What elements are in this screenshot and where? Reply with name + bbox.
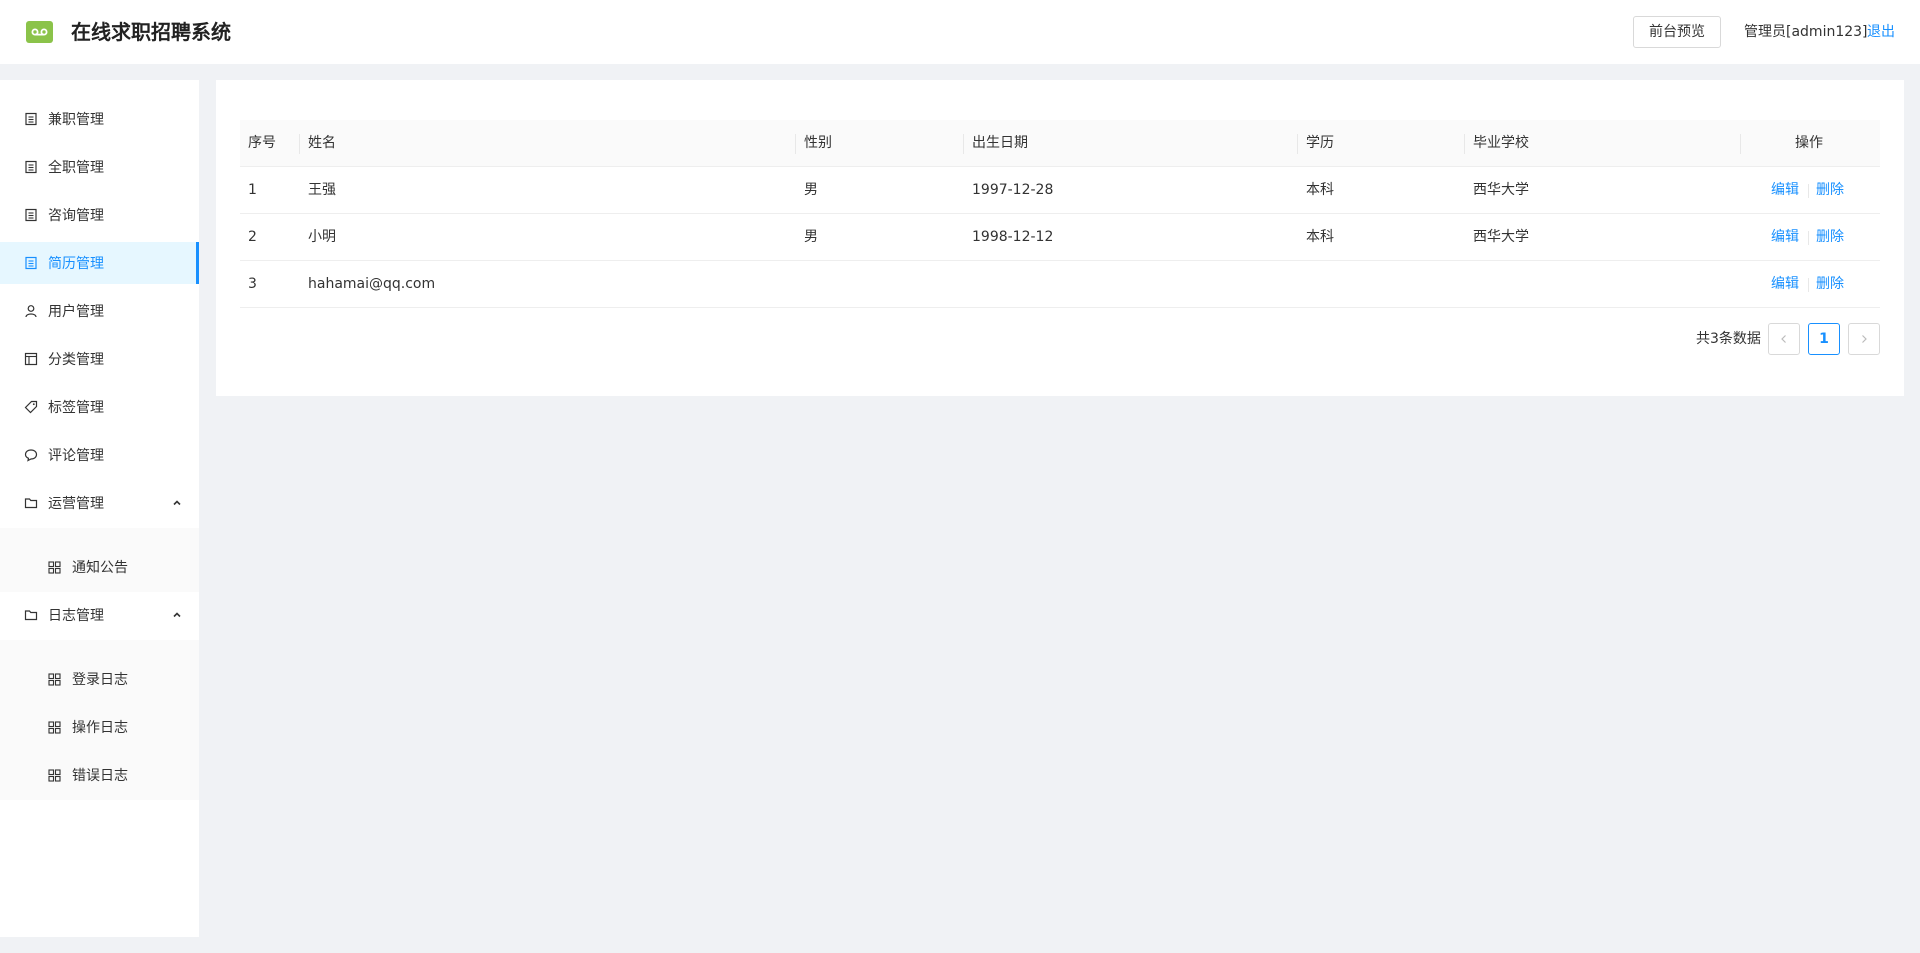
sidebar-item-fulltime[interactable]: 全职管理 bbox=[0, 146, 199, 188]
column-header-actions: 操作 bbox=[1795, 135, 1823, 151]
cell-education: 本科 bbox=[1306, 182, 1334, 198]
sidebar-item-parttime[interactable]: 兼职管理 bbox=[0, 98, 199, 140]
sidebar-item-category[interactable]: 分类管理 bbox=[0, 338, 199, 380]
sidebar-item-resume[interactable]: 简历管理 bbox=[0, 242, 199, 284]
sidebar-subitem-login-log[interactable]: 登录日志 bbox=[0, 658, 199, 700]
list-icon bbox=[25, 160, 37, 174]
grid-icon bbox=[48, 720, 61, 734]
chevron-right-icon bbox=[1862, 335, 1867, 343]
pagination-total: 共3条数据 bbox=[1696, 331, 1761, 347]
list-icon bbox=[25, 256, 37, 270]
column-header-name: 姓名 bbox=[308, 135, 336, 151]
sidebar-item-label: 标签管理 bbox=[48, 400, 104, 416]
table-row: 2 小明 男 1998-12-12 本科 西华大学 编辑 删除 bbox=[240, 214, 1880, 261]
cell-education: 本科 bbox=[1306, 229, 1334, 245]
tag-icon bbox=[24, 400, 38, 414]
frontend-preview-button[interactable]: 前台预览 bbox=[1633, 16, 1721, 48]
cell-index: 2 bbox=[248, 229, 257, 245]
sidebar-item-label: 兼职管理 bbox=[48, 112, 104, 128]
delete-button[interactable]: 删除 bbox=[1816, 261, 1844, 308]
edit-button[interactable]: 编辑 bbox=[1771, 214, 1799, 261]
cell-school: 西华大学 bbox=[1473, 182, 1529, 198]
cell-gender: 男 bbox=[804, 182, 818, 198]
sidebar-subitem-notice[interactable]: 通知公告 bbox=[0, 546, 199, 588]
sidebar-item-tags[interactable]: 标签管理 bbox=[0, 386, 199, 428]
column-divider bbox=[1464, 134, 1465, 154]
action-divider bbox=[1808, 184, 1809, 198]
cell-name: 小明 bbox=[308, 229, 336, 245]
pagination-next-button[interactable] bbox=[1848, 323, 1880, 355]
top-header: 在线求职招聘系统 前台预览 管理员[admin123] 退出 bbox=[0, 0, 1920, 64]
column-header-school: 毕业学校 bbox=[1473, 135, 1529, 151]
table-row: 1 王强 男 1997-12-28 本科 西华大学 编辑 删除 bbox=[240, 167, 1880, 214]
cell-name: hahamai@qq.com bbox=[308, 276, 436, 292]
column-divider bbox=[299, 134, 300, 154]
delete-button[interactable]: 删除 bbox=[1816, 214, 1844, 261]
sidebar-item-label: 全职管理 bbox=[48, 160, 104, 176]
sidebar-item-label: 简历管理 bbox=[48, 256, 104, 272]
sidebar-item-label: 咨询管理 bbox=[48, 208, 104, 224]
sidebar-item-label: 评论管理 bbox=[48, 448, 104, 464]
edit-button[interactable]: 编辑 bbox=[1771, 167, 1799, 214]
logout-link[interactable]: 退出 bbox=[1867, 22, 1895, 42]
logo-icon bbox=[26, 21, 53, 43]
pagination-prev-button[interactable] bbox=[1768, 323, 1800, 355]
sidebar-group-operations[interactable]: 运营管理 bbox=[0, 482, 199, 524]
column-header-index: 序号 bbox=[248, 135, 276, 151]
sidebar-item-comments[interactable]: 评论管理 bbox=[0, 434, 199, 476]
folder-icon bbox=[24, 498, 38, 509]
list-icon bbox=[25, 112, 37, 126]
delete-button[interactable]: 删除 bbox=[1816, 167, 1844, 214]
grid-icon bbox=[48, 672, 61, 686]
table-header: 序号 姓名 性别 出生日期 学历 毕业学校 操作 bbox=[240, 120, 1880, 167]
sidebar-item-consult[interactable]: 咨询管理 bbox=[0, 194, 199, 236]
main-content: 序号 姓名 性别 出生日期 学历 毕业学校 操作 1 王强 男 1997-12-… bbox=[216, 80, 1904, 396]
cell-index: 3 bbox=[248, 276, 257, 292]
sidebar-group-label: 日志管理 bbox=[48, 608, 104, 624]
action-divider bbox=[1808, 231, 1809, 245]
sidebar-group-label: 运营管理 bbox=[48, 496, 104, 512]
grid-icon bbox=[48, 768, 61, 782]
cell-birth: 1997-12-28 bbox=[972, 182, 1054, 198]
folder-icon bbox=[24, 610, 38, 621]
sidebar-item-label: 分类管理 bbox=[48, 352, 104, 368]
cell-name: 王强 bbox=[308, 182, 336, 198]
sidebar-subitem-error-log[interactable]: 错误日志 bbox=[0, 754, 199, 796]
column-header-birth: 出生日期 bbox=[972, 135, 1028, 151]
column-header-education: 学历 bbox=[1306, 135, 1334, 151]
list-icon bbox=[25, 208, 37, 222]
app-title: 在线求职招聘系统 bbox=[71, 20, 231, 44]
admin-user-label: 管理员[admin123] bbox=[1744, 24, 1868, 40]
table-row: 3 hahamai@qq.com 编辑 删除 bbox=[240, 261, 1880, 308]
cell-gender: 男 bbox=[804, 229, 818, 245]
sidebar: 兼职管理 全职管理 咨询管理 简历管理 用户管理 分类管理 标签管理 评论管理 … bbox=[0, 80, 199, 937]
sidebar-subitem-label: 错误日志 bbox=[72, 768, 128, 784]
sidebar-item-label: 用户管理 bbox=[48, 304, 104, 320]
sidebar-subitem-label: 登录日志 bbox=[72, 672, 128, 688]
sidebar-subitem-label: 通知公告 bbox=[72, 560, 128, 576]
user-icon bbox=[25, 305, 37, 318]
sidebar-subitem-label: 操作日志 bbox=[72, 720, 128, 736]
chevron-up-icon bbox=[173, 500, 181, 506]
grid-icon bbox=[48, 560, 61, 574]
layout-icon bbox=[24, 352, 38, 366]
column-divider bbox=[1740, 134, 1741, 154]
sidebar-item-users[interactable]: 用户管理 bbox=[0, 290, 199, 332]
chevron-up-icon bbox=[173, 612, 181, 618]
cell-birth: 1998-12-12 bbox=[972, 229, 1054, 245]
action-divider bbox=[1808, 278, 1809, 292]
cell-school: 西华大学 bbox=[1473, 229, 1529, 245]
column-divider bbox=[963, 134, 964, 154]
comment-icon bbox=[24, 449, 38, 462]
pagination-page-button[interactable]: 1 bbox=[1808, 323, 1840, 355]
column-divider bbox=[1297, 134, 1298, 154]
chevron-left-icon bbox=[1781, 335, 1786, 343]
cell-index: 1 bbox=[248, 182, 257, 198]
sidebar-group-logs[interactable]: 日志管理 bbox=[0, 594, 199, 636]
sidebar-subitem-operation-log[interactable]: 操作日志 bbox=[0, 706, 199, 748]
column-divider bbox=[795, 134, 796, 154]
column-header-gender: 性别 bbox=[804, 135, 832, 151]
edit-button[interactable]: 编辑 bbox=[1771, 261, 1799, 308]
